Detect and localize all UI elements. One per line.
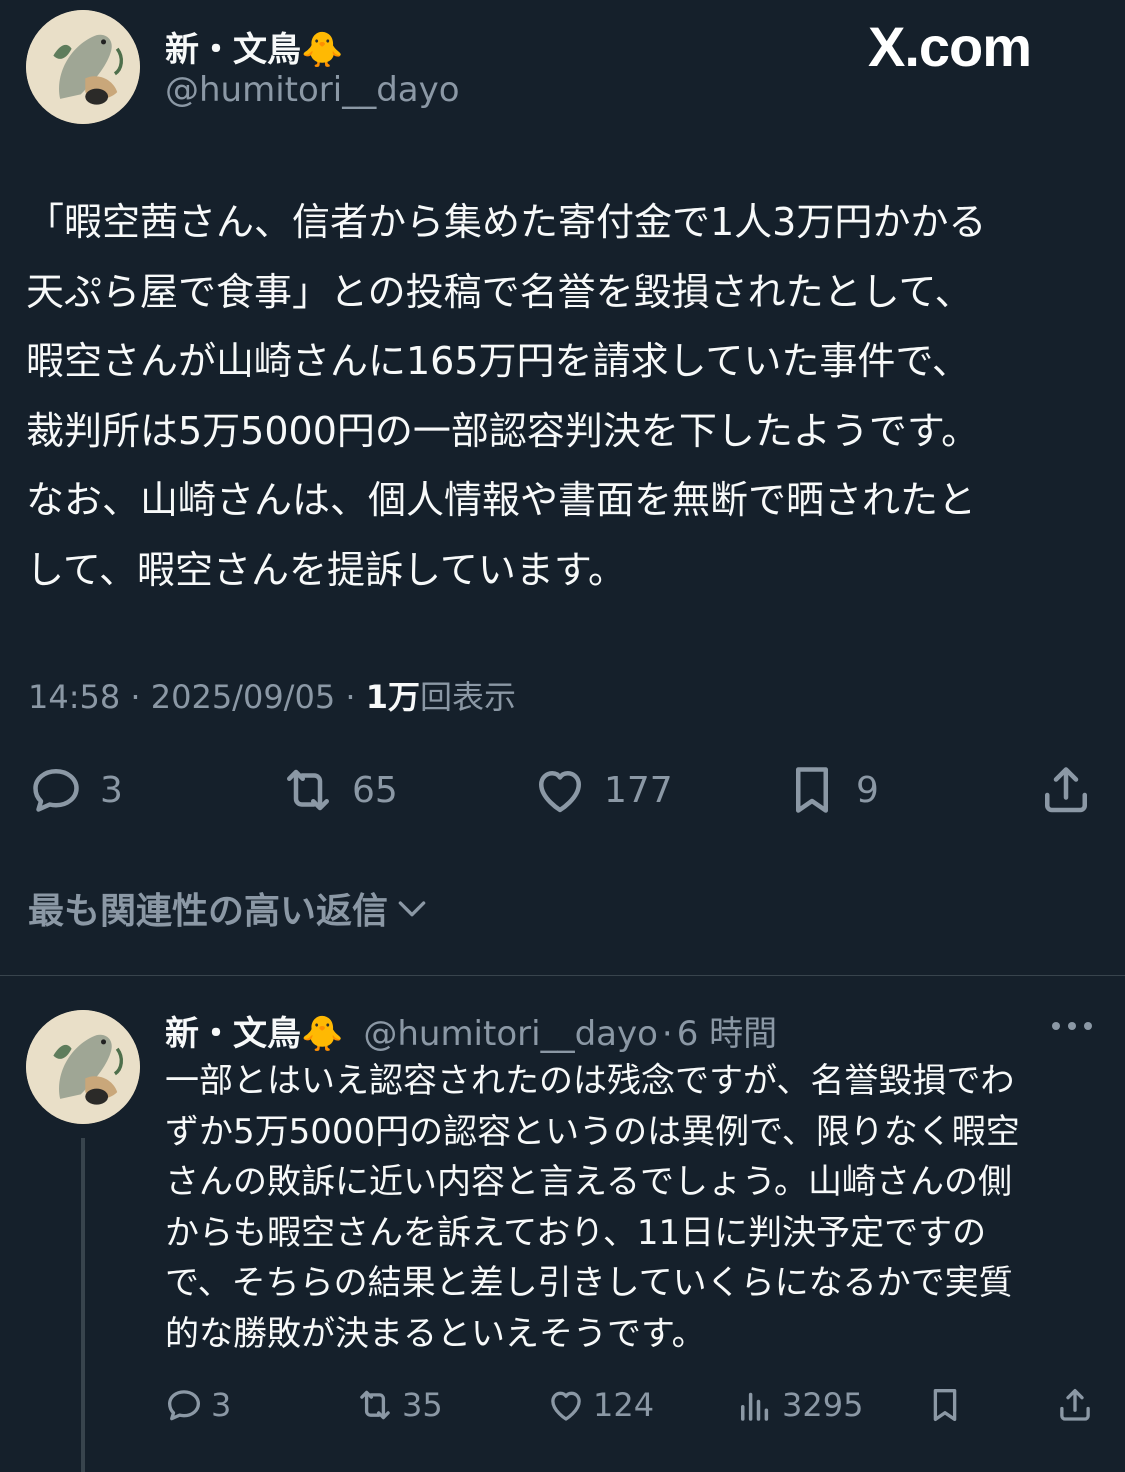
tweet-date[interactable]: 2025/09/05 xyxy=(151,678,335,716)
tweet-text-line: 天ぷら屋で食事」との投稿で名誉を毀損されたとして、 xyxy=(26,269,973,314)
reply-action-bar: 3 35 124 3295 xyxy=(0,1380,1125,1430)
more-icon xyxy=(1052,1022,1092,1030)
reply-text-line: 一部とはいえ認容されたのは残念ですが、名誉毀損でわ xyxy=(165,1061,1015,1101)
reply-count: 3 xyxy=(100,769,123,811)
reply-time[interactable]: 6 時間 xyxy=(677,1006,777,1055)
share-icon xyxy=(1045,767,1087,813)
reply-like-count: 124 xyxy=(593,1386,655,1424)
chevron-down-icon xyxy=(398,901,426,917)
reply-views-count: 3295 xyxy=(782,1386,864,1424)
tweet-text-line: 裁判所は5万5000円の一部認容判決を下したようです。 xyxy=(26,408,980,453)
reply-separator: · xyxy=(661,1014,673,1054)
tweet-action-bar: 3 65 177 9 xyxy=(0,758,1125,822)
reply-text-line: からも暇空さんを訴えており、11日に判決予定ですの xyxy=(165,1212,987,1253)
reply-text-line: ずか5万5000円の認容というのは異例で、限りなく暇空 xyxy=(165,1111,1020,1152)
heart-icon xyxy=(539,771,581,813)
reply-share-button[interactable] xyxy=(1054,1380,1096,1430)
reply-button[interactable]: 3 xyxy=(26,758,123,822)
reply-reply-count: 3 xyxy=(211,1386,232,1424)
tweet-meta: 14:58 · 2025/09/05 · 1万回表示 xyxy=(28,672,516,718)
reply-views-button[interactable]: 3295 xyxy=(734,1380,863,1430)
repost-icon xyxy=(287,769,329,811)
share-icon xyxy=(1060,1388,1090,1421)
bookmark-icon xyxy=(933,1388,957,1422)
reply-avatar[interactable] xyxy=(26,1010,140,1124)
reply-text-line: 的な勝敗が決まるといえそうです。 xyxy=(165,1313,706,1354)
like-button[interactable]: 177 xyxy=(530,758,673,822)
views-count: 1万 xyxy=(365,678,420,716)
relevant-replies-sort[interactable]: 最も関連性の高い返信 xyxy=(28,882,432,934)
reply-repost-count: 35 xyxy=(402,1386,443,1424)
reply-text: 一部とはいえ認容されたのは残念ですが、名誉毀損でわ ずか5万5000円の認容とい… xyxy=(165,1056,1105,1359)
tweet-time[interactable]: 14:58 xyxy=(28,678,120,716)
reply-icon xyxy=(167,1390,201,1421)
views-label: 回表示 xyxy=(419,678,516,716)
repost-icon xyxy=(360,1390,390,1420)
reply-repost-button[interactable]: 35 xyxy=(354,1380,443,1430)
divider xyxy=(0,975,1125,976)
tweet-text-line: して、暇空さんを提訴しています。 xyxy=(26,547,627,592)
tweet-text-line: 暇空さんが山崎さんに165万円を請求していた事件で、 xyxy=(26,339,970,383)
reply-icon xyxy=(33,769,79,812)
repost-count: 65 xyxy=(352,769,398,811)
like-count: 177 xyxy=(604,769,673,811)
x-com-watermark: X.com xyxy=(868,15,1032,78)
bookmark-count: 9 xyxy=(856,769,879,811)
bookmark-icon xyxy=(796,767,828,813)
user-handle[interactable]: @humitori__dayo xyxy=(165,70,460,110)
avatar[interactable] xyxy=(26,10,140,124)
reply-header: 新・文鳥🐥 @humitori__dayo · 6 時間 xyxy=(165,1006,777,1055)
repost-button[interactable]: 65 xyxy=(278,758,398,822)
bookmark-button[interactable]: 9 xyxy=(782,758,879,822)
more-button[interactable] xyxy=(1048,1010,1096,1042)
meta-separator: · xyxy=(345,678,356,716)
reply-handle[interactable]: @humitori__dayo xyxy=(363,1014,658,1054)
reply-reply-button[interactable]: 3 xyxy=(163,1380,231,1430)
relevant-replies-label: 最も関連性の高い返信 xyxy=(28,891,389,932)
views-icon xyxy=(741,1392,769,1421)
reply-bookmark-button[interactable] xyxy=(924,1380,966,1430)
tweet-text-line: なお、山崎さんは、個人情報や書面を無断で晒されたと xyxy=(26,478,977,522)
heart-icon xyxy=(551,1391,581,1421)
tweet-text-line: 「暇空茜さん、信者から集めた寄付金で1人3万円かかる xyxy=(26,200,987,244)
display-name[interactable]: 新・文鳥🐥 xyxy=(165,22,343,71)
reply-text-line: で、そちらの結果と差し引きしていくらになるかで実質 xyxy=(165,1263,1013,1303)
share-button[interactable] xyxy=(1036,758,1096,822)
reply-like-button[interactable]: 124 xyxy=(545,1380,654,1430)
meta-separator: · xyxy=(130,678,141,716)
reply-text-line: さんの敗訴に近い内容と言えるでしょう。山崎さんの側 xyxy=(165,1162,1012,1202)
tweet-text: 「暇空茜さん、信者から集めた寄付金で1人3万円かかる 天ぷら屋で食事」との投稿で… xyxy=(26,188,1101,605)
reply-display-name[interactable]: 新・文鳥🐥 xyxy=(165,1006,343,1055)
